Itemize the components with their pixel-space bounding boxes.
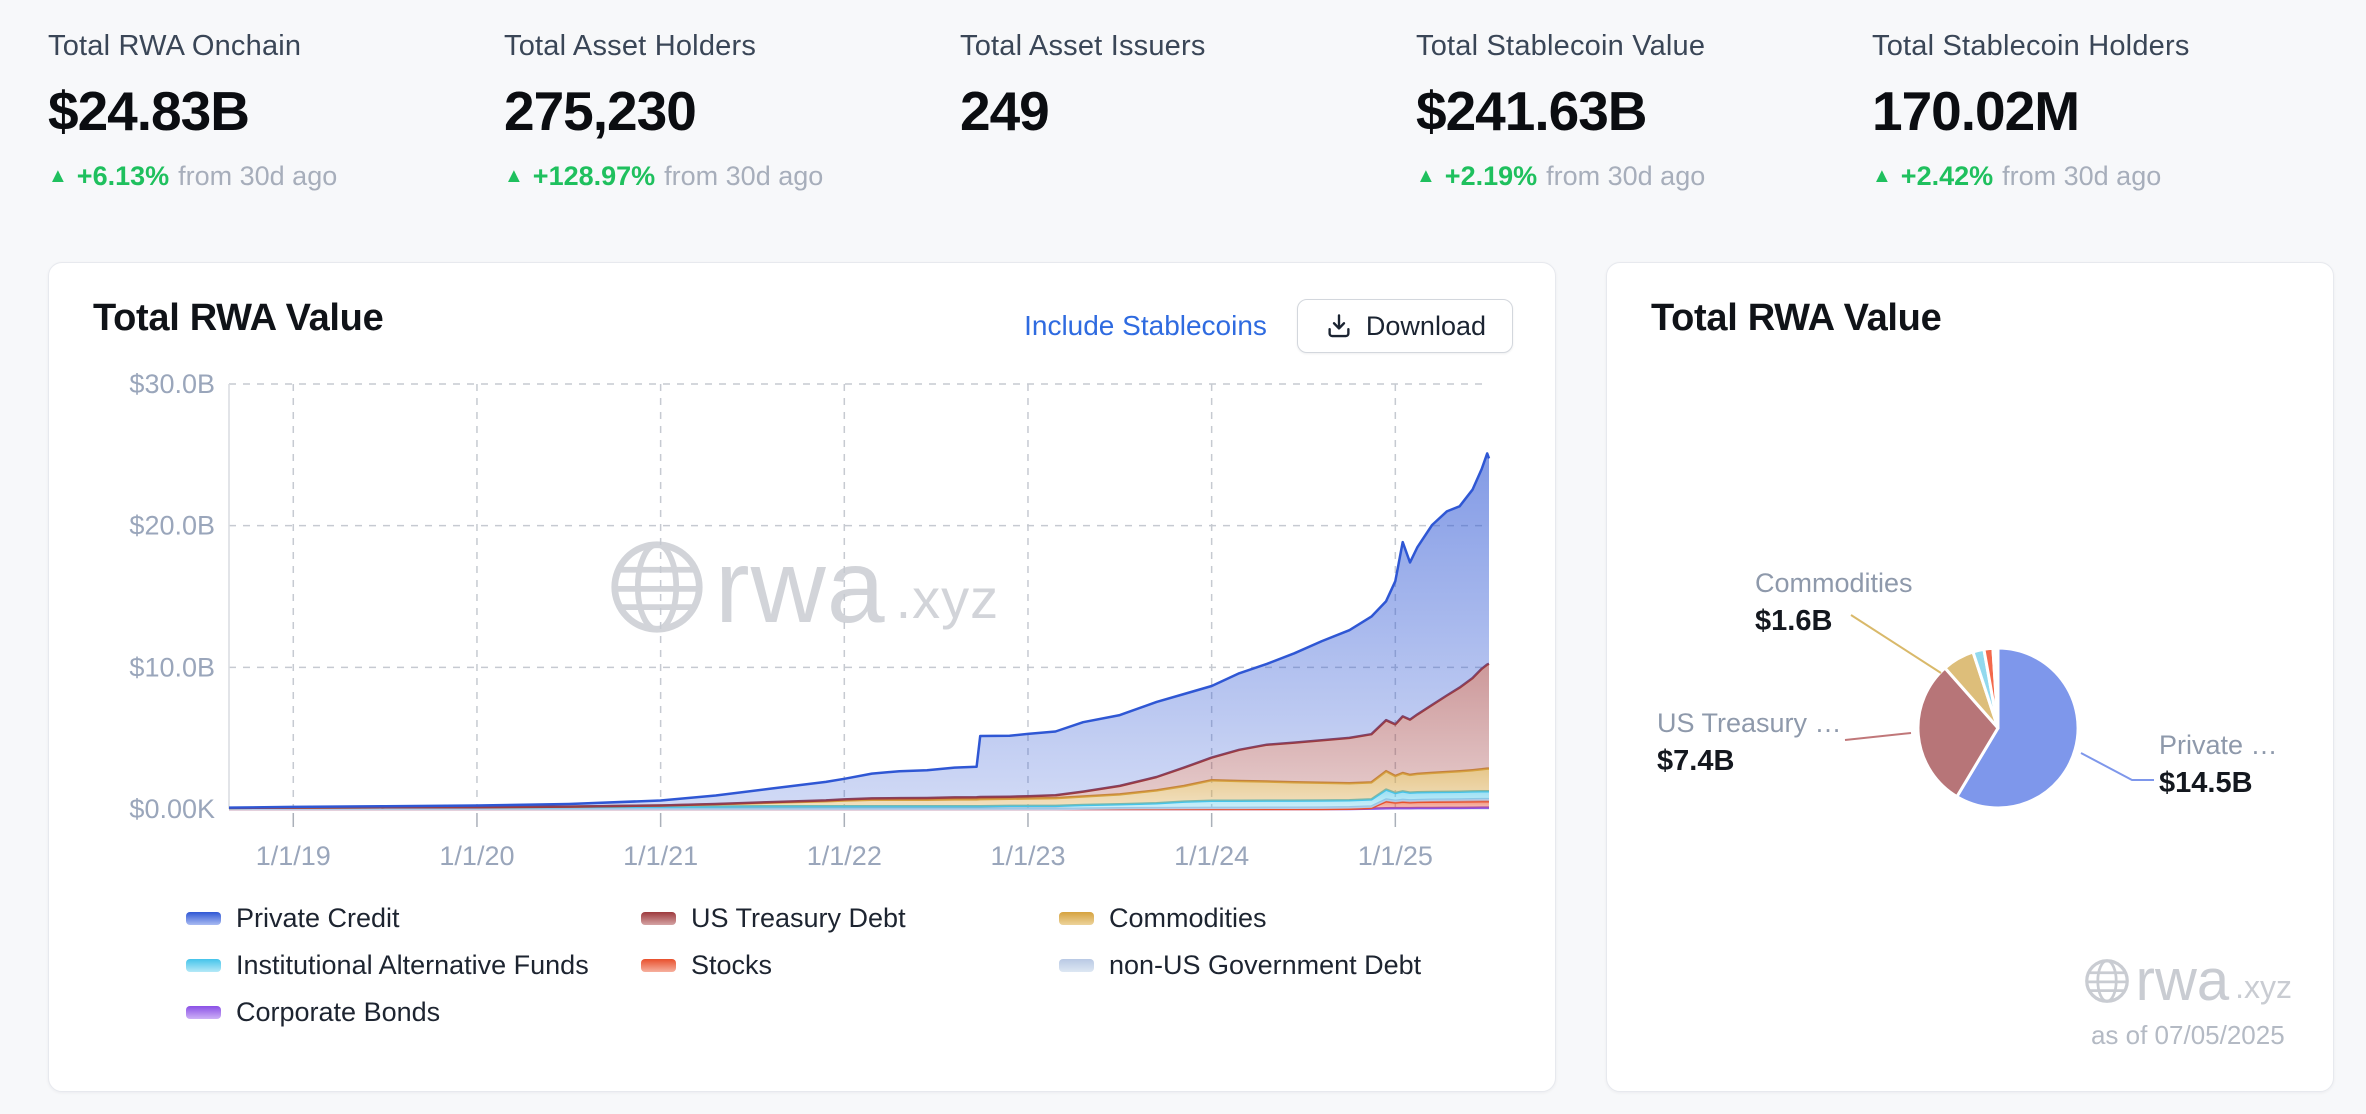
legend-swatch <box>1059 958 1094 972</box>
legend-item[interactable]: non-US Government Debt <box>1059 950 1516 980</box>
stat-delta-percent: +128.97% <box>532 160 656 191</box>
stat-delta: ▲ +128.97% from 30d ago <box>504 161 960 191</box>
stat-value: 249 <box>960 80 1050 142</box>
stat-delta: ▲ +2.42% from 30d ago <box>1872 161 2328 191</box>
stat-value: $24.83B <box>48 80 250 142</box>
legend-item[interactable]: Commodities <box>1059 903 1516 933</box>
stat-value: $241.63B <box>1416 80 1648 142</box>
pie-callout-us-treasury: US Treasury … $7.4B <box>1657 707 1842 779</box>
stat-delta-percent: +6.13% <box>76 160 170 191</box>
pie-callout-name: Commodities <box>1755 568 1913 598</box>
legend-swatch <box>186 911 221 925</box>
legend-item[interactable]: Private Credit <box>186 903 641 933</box>
svg-text:$20.0B: $20.0B <box>129 511 215 541</box>
legend-swatch <box>186 1005 221 1019</box>
stats-row: Total RWA Onchain $24.83B ▲ +6.13% from … <box>48 30 2328 191</box>
stat-card: Total RWA Onchain $24.83B ▲ +6.13% from … <box>48 30 504 191</box>
stat-card: Total Asset Issuers 249 ▲ <box>960 30 1416 191</box>
svg-text:1/1/20: 1/1/20 <box>439 841 514 871</box>
total-rwa-value-pie-card: Total RWA Value Commodities $1.6B US Tre… <box>1606 262 2334 1092</box>
svg-text:$0.00K: $0.00K <box>129 794 215 824</box>
pie-slice[interactable] <box>1994 646 2000 730</box>
pie-callout-private-credit: Private … $14.5B <box>2159 729 2278 801</box>
legend-label: Commodities <box>1109 902 1267 933</box>
svg-text:1/1/19: 1/1/19 <box>256 841 331 871</box>
legend-item[interactable]: Institutional Alternative Funds <box>186 950 641 980</box>
stat-card: Total Stablecoin Holders 170.02M ▲ +2.42… <box>1872 30 2328 191</box>
stat-label: Total Stablecoin Value <box>1416 30 1706 62</box>
pie-callout-value: $1.6B <box>1755 605 1833 638</box>
legend-label: Stocks <box>691 949 773 980</box>
pie-callout-value: $14.5B <box>2159 767 2253 800</box>
svg-text:$10.0B: $10.0B <box>129 652 215 682</box>
stat-delta-suffix: from 30d ago <box>178 160 338 191</box>
svg-text:1/1/25: 1/1/25 <box>1358 841 1433 871</box>
legend-swatch <box>641 958 676 972</box>
stat-delta-percent: +2.19% <box>1444 160 1538 191</box>
svg-text:1/1/23: 1/1/23 <box>990 841 1065 871</box>
pie-callout-value: $7.4B <box>1657 745 1735 778</box>
svg-text:$30.0B: $30.0B <box>129 369 215 399</box>
pie-callout-name: US Treasury … <box>1657 708 1842 738</box>
up-triangle-icon: ▲ <box>1416 165 1436 187</box>
stat-label: Total Asset Issuers <box>960 30 1206 62</box>
stat-label: Total Asset Holders <box>504 30 757 62</box>
stat-delta-suffix: from 30d ago <box>664 160 824 191</box>
stat-delta-suffix: from 30d ago <box>1546 160 1706 191</box>
stat-value: 275,230 <box>504 80 697 142</box>
chart-legend: Private Credit US Treasury Debt Commodit… <box>186 903 1516 1027</box>
legend-label: non-US Government Debt <box>1109 949 1422 980</box>
pie-callout-name: Private … <box>2159 730 2278 760</box>
legend-item[interactable]: Stocks <box>641 950 1059 980</box>
legend-swatch <box>1059 911 1094 925</box>
pie-chart[interactable] <box>1607 263 2335 1093</box>
legend-label: Institutional Alternative Funds <box>236 949 589 980</box>
svg-text:1/1/21: 1/1/21 <box>623 841 698 871</box>
stat-card: Total Stablecoin Value $241.63B ▲ +2.19%… <box>1416 30 1872 191</box>
legend-label: Private Credit <box>236 902 400 933</box>
stat-delta-suffix: from 30d ago <box>2002 160 2162 191</box>
stat-label: Total RWA Onchain <box>48 30 302 62</box>
legend-swatch <box>641 911 676 925</box>
legend-swatch <box>186 958 221 972</box>
stat-delta-percent: +2.42% <box>1900 160 1994 191</box>
legend-item[interactable]: US Treasury Debt <box>641 903 1059 933</box>
stat-card: Total Asset Holders 275,230 ▲ +128.97% f… <box>504 30 960 191</box>
legend-item[interactable]: Corporate Bonds <box>186 997 641 1027</box>
total-rwa-value-chart-card: Total RWA Value Include Stablecoins Down… <box>48 262 1556 1092</box>
stat-value: 170.02M <box>1872 80 2080 142</box>
legend-label: Corporate Bonds <box>236 996 441 1027</box>
svg-text:1/1/22: 1/1/22 <box>807 841 882 871</box>
up-triangle-icon: ▲ <box>1872 165 1892 187</box>
up-triangle-icon: ▲ <box>48 165 68 187</box>
pie-callout-commodities: Commodities $1.6B <box>1755 567 1913 639</box>
stat-delta: ▲ +6.13% from 30d ago <box>48 161 504 191</box>
up-triangle-icon: ▲ <box>504 165 524 187</box>
stat-delta: ▲ +2.19% from 30d ago <box>1416 161 1872 191</box>
stat-label: Total Stablecoin Holders <box>1872 30 2190 62</box>
legend-label: US Treasury Debt <box>691 902 906 933</box>
svg-text:1/1/24: 1/1/24 <box>1174 841 1249 871</box>
